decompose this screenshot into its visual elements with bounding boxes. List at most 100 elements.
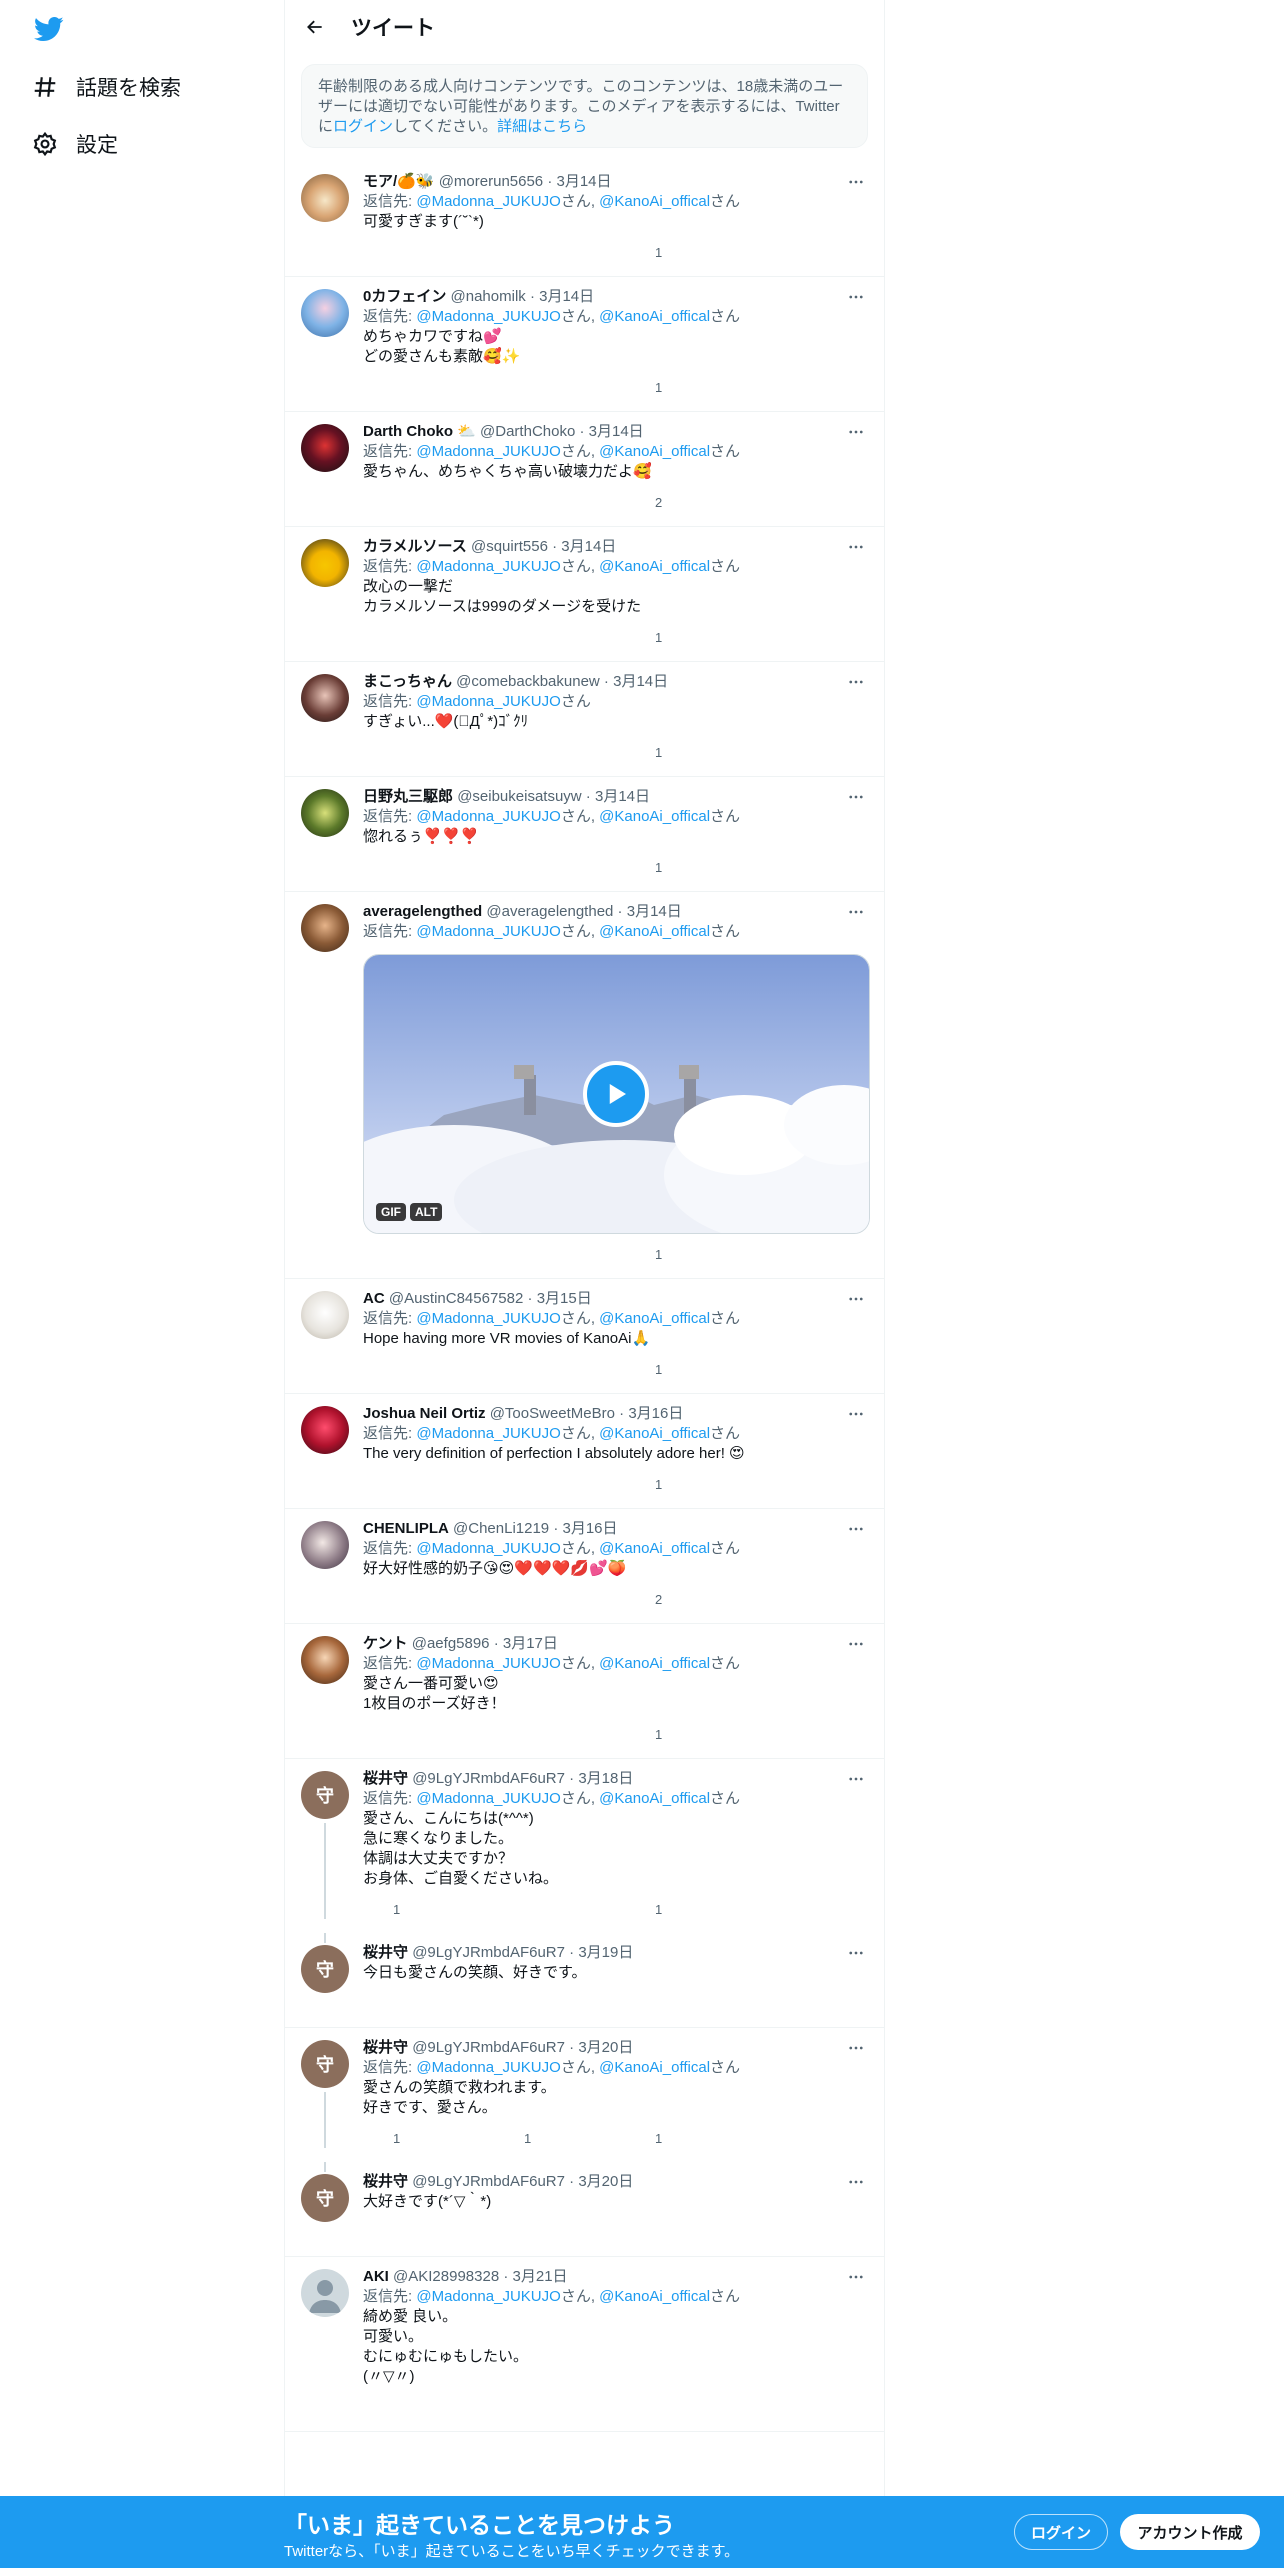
retweet-button[interactable] <box>494 857 625 877</box>
sidebar-item-explore[interactable]: 話題を検索 <box>32 65 181 109</box>
avatar[interactable]: 守 <box>301 2040 349 2088</box>
tweet[interactable]: まこっちゃん @comebackbakunew · 3月14日 返信先: @Mad… <box>285 662 884 777</box>
tweet-date[interactable]: 3月17日 <box>503 1635 558 1652</box>
tweet-date[interactable]: 3月20日 <box>578 2173 633 2190</box>
share-button[interactable] <box>756 2128 786 2148</box>
like-button[interactable]: 2 <box>625 492 756 512</box>
like-button[interactable]: 1 <box>625 1724 756 1744</box>
share-button[interactable] <box>756 1724 786 1744</box>
display-name[interactable]: 桜井守 <box>363 2173 408 2190</box>
more-options-icon[interactable] <box>844 2172 868 2192</box>
display-name[interactable]: まこっちゃん <box>363 673 452 690</box>
like-button[interactable]: 1 <box>625 627 756 647</box>
tweet-date[interactable]: 3月21日 <box>513 2268 568 2285</box>
mention-link[interactable]: @Madonna_JUKUJO <box>416 193 560 210</box>
mention-link[interactable]: @KanoAi_offical <box>599 2288 710 2305</box>
login-button[interactable]: ログイン <box>1014 2514 1108 2550</box>
username[interactable]: @9LgYJRmbdAF6uR7 <box>412 2039 565 2056</box>
gif-media[interactable]: GIF ALT <box>363 954 870 1234</box>
share-button[interactable] <box>756 742 786 762</box>
like-button[interactable]: 2 <box>625 1589 756 1609</box>
twitter-bird-icon[interactable] <box>32 14 66 44</box>
reply-button[interactable] <box>363 1993 494 2013</box>
display-name[interactable]: 桜井守 <box>363 2039 408 2056</box>
mention-link[interactable]: @Madonna_JUKUJO <box>416 2059 560 2076</box>
retweet-button[interactable] <box>494 1899 625 1919</box>
display-name[interactable]: ケント <box>363 1635 408 1652</box>
display-name[interactable]: AC <box>363 1290 385 1307</box>
reply-button[interactable] <box>363 1359 494 1379</box>
mention-link[interactable]: @KanoAi_offical <box>599 1310 710 1327</box>
more-options-icon[interactable] <box>844 2267 868 2287</box>
more-options-icon[interactable] <box>844 1289 868 1309</box>
reply-button[interactable] <box>363 2397 494 2417</box>
more-options-icon[interactable] <box>844 172 868 192</box>
username[interactable]: @9LgYJRmbdAF6uR7 <box>412 1944 565 1961</box>
tweet[interactable]: ケント @aefg5896 · 3月17日 返信先: @Madonna_JUKUJ… <box>285 1624 884 1759</box>
reply-button[interactable]: 1 <box>363 1899 494 1919</box>
mention-link[interactable]: @Madonna_JUKUJO <box>416 308 560 325</box>
username[interactable]: @comebackbakunew <box>456 673 600 690</box>
display-name[interactable]: 桜井守 <box>363 1944 408 1961</box>
retweet-button[interactable] <box>494 492 625 512</box>
tweet-date[interactable]: 3月18日 <box>578 1770 633 1787</box>
retweet-button[interactable] <box>494 627 625 647</box>
tweet-date[interactable]: 3月20日 <box>578 2039 633 2056</box>
reply-button[interactable] <box>363 742 494 762</box>
mention-link[interactable]: @KanoAi_offical <box>599 1425 710 1442</box>
more-options-icon[interactable] <box>844 902 868 922</box>
username[interactable]: @9LgYJRmbdAF6uR7 <box>412 1770 565 1787</box>
reply-button[interactable] <box>363 2222 494 2242</box>
like-button[interactable]: 1 <box>625 377 756 397</box>
avatar[interactable] <box>301 1291 349 1339</box>
mention-link[interactable]: @Madonna_JUKUJO <box>416 1425 560 1442</box>
avatar[interactable] <box>301 674 349 722</box>
display-name[interactable]: averagelengthed <box>363 903 482 920</box>
username[interactable]: @squirt556 <box>471 538 548 555</box>
retweet-button[interactable] <box>494 1589 625 1609</box>
tweet[interactable]: averagelengthed @averagelengthed · 3月14日… <box>285 892 884 1279</box>
username[interactable]: @AustinC84567582 <box>389 1290 524 1307</box>
reply-button[interactable] <box>363 492 494 512</box>
avatar[interactable] <box>301 1636 349 1684</box>
retweet-button[interactable] <box>494 1359 625 1379</box>
avatar[interactable] <box>301 174 349 222</box>
signup-button[interactable]: アカウント作成 <box>1120 2514 1260 2550</box>
tweet[interactable]: Joshua Neil Ortiz @TooSweetMeBro · 3月16日… <box>285 1394 884 1509</box>
retweet-button[interactable] <box>494 2222 625 2242</box>
display-name[interactable]: モア/🍊🐝 <box>363 173 435 190</box>
mention-link[interactable]: @Madonna_JUKUJO <box>416 808 560 825</box>
share-button[interactable] <box>756 377 786 397</box>
like-button[interactable]: 1 <box>625 1359 756 1379</box>
mention-link[interactable]: @Madonna_JUKUJO <box>416 923 560 940</box>
display-name[interactable]: カラメルソース <box>363 538 467 555</box>
tweet[interactable]: AC @AustinC84567582 · 3月15日 返信先: @Madonna… <box>285 1279 884 1394</box>
mention-link[interactable]: @Madonna_JUKUJO <box>416 1540 560 1557</box>
username[interactable]: @TooSweetMeBro <box>490 1405 615 1422</box>
tweet-date[interactable]: 3月14日 <box>595 788 650 805</box>
like-button[interactable] <box>625 1993 756 2013</box>
mention-link[interactable]: @KanoAi_offical <box>599 443 710 460</box>
avatar[interactable] <box>301 1406 349 1454</box>
tweet-date[interactable]: 3月14日 <box>557 173 612 190</box>
more-options-icon[interactable] <box>844 422 868 442</box>
avatar[interactable]: 守 <box>301 1945 349 1993</box>
more-options-icon[interactable] <box>844 1404 868 1424</box>
mention-link[interactable]: @KanoAi_offical <box>599 1655 710 1672</box>
mention-link[interactable]: @KanoAi_offical <box>599 1540 710 1557</box>
alt-badge[interactable]: ALT <box>410 1203 443 1221</box>
display-name[interactable]: AKI <box>363 2268 389 2285</box>
like-button[interactable]: 1 <box>625 1474 756 1494</box>
mention-link[interactable]: @Madonna_JUKUJO <box>416 2288 560 2305</box>
like-button[interactable]: 1 <box>625 1899 756 1919</box>
share-button[interactable] <box>756 857 786 877</box>
reply-button[interactable] <box>363 627 494 647</box>
more-options-icon[interactable] <box>844 287 868 307</box>
reply-button[interactable]: 1 <box>363 2128 494 2148</box>
tweet[interactable]: カラメルソース @squirt556 · 3月14日 返信先: @Madonna_… <box>285 527 884 662</box>
mention-link[interactable]: @Madonna_JUKUJO <box>416 1310 560 1327</box>
more-options-icon[interactable] <box>844 1769 868 1789</box>
tweet[interactable]: CHENLIPLA @ChenLi1219 · 3月16日 返信先: @Madon… <box>285 1509 884 1624</box>
more-options-icon[interactable] <box>844 1943 868 1963</box>
mention-link[interactable]: @Madonna_JUKUJO <box>416 558 560 575</box>
